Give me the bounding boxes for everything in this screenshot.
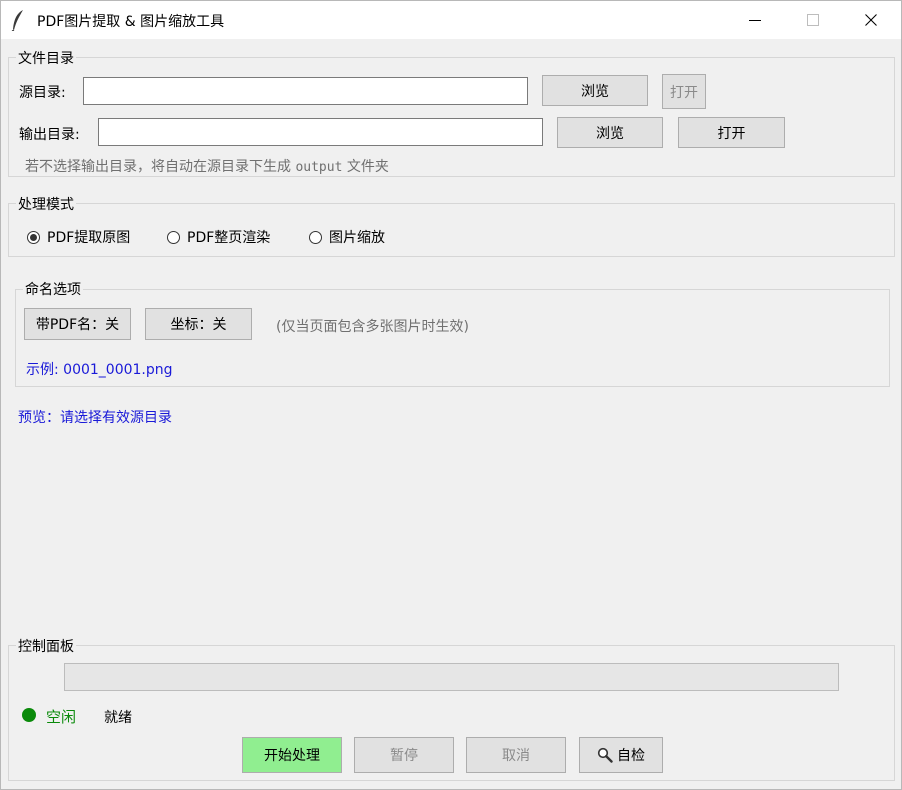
mode-radio-resize-label: 图片缩放 <box>329 230 385 246</box>
source-open-button[interactable]: 打开 <box>662 74 706 109</box>
window-title: PDF图片提取 & 图片缩放工具 <box>37 14 225 30</box>
output-hint-code: output <box>295 160 343 175</box>
status-text: 空闲 <box>46 708 77 726</box>
status-indicator-icon <box>22 708 36 722</box>
output-hint-prefix: 若不选择输出目录，将自动在源目录下生成 <box>25 159 291 175</box>
close-button[interactable] <box>842 1 900 39</box>
source-dir-label: 源目录: <box>19 85 66 101</box>
start-button[interactable]: 开始处理 <box>242 737 342 773</box>
output-hint-suffix: 文件夹 <box>346 159 389 175</box>
mode-radio-extract-label: PDF提取原图 <box>47 230 131 246</box>
app-window: PDF图片提取 & 图片缩放工具 文件目录 源目录: 浏览 打开 输出目录: 浏… <box>0 0 902 790</box>
mode-radio-extract[interactable]: PDF提取原图 <box>27 227 130 247</box>
pause-button[interactable]: 暂停 <box>354 737 454 773</box>
minimize-button[interactable] <box>726 1 784 39</box>
output-browse-button[interactable]: 浏览 <box>557 117 663 148</box>
source-browse-button[interactable]: 浏览 <box>542 75 648 106</box>
close-icon <box>865 14 877 26</box>
output-dir-input[interactable] <box>98 118 543 146</box>
output-open-button[interactable]: 打开 <box>678 117 785 148</box>
source-dir-input[interactable] <box>83 77 528 105</box>
magnifier-icon <box>597 747 613 763</box>
mode-radio-render[interactable]: PDF整页渲染 <box>167 227 270 247</box>
progress-bar <box>64 663 839 691</box>
maximize-icon <box>807 14 819 26</box>
radio-unselected-icon <box>167 230 180 244</box>
processing-mode-title: 处理模式 <box>16 194 76 214</box>
processing-mode-group <box>8 203 895 257</box>
status-detail: 就绪 <box>104 710 132 726</box>
feather-icon <box>11 10 23 31</box>
radio-selected-icon <box>27 230 40 244</box>
mode-radio-resize[interactable]: 图片缩放 <box>309 227 385 247</box>
maximize-button[interactable] <box>784 1 842 39</box>
minimize-icon <box>749 20 761 21</box>
coords-toggle[interactable]: 坐标：关 <box>145 308 252 340</box>
mode-radio-render-label: PDF整页渲染 <box>187 230 271 246</box>
preview-text: 预览：请选择有效源目录 <box>18 410 172 426</box>
output-hint: 若不选择输出目录，将自动在源目录下生成 output 文件夹 <box>25 156 389 176</box>
output-dir-label: 输出目录: <box>19 127 80 143</box>
file-directory-title: 文件目录 <box>16 48 76 68</box>
title-bar[interactable]: PDF图片提取 & 图片缩放工具 <box>1 1 901 39</box>
radio-unselected-icon <box>309 230 322 244</box>
with-pdf-name-toggle[interactable]: 带PDF名：关 <box>24 308 131 340</box>
control-panel-title: 控制面板 <box>16 636 76 656</box>
naming-example: 示例: 0001_0001.png <box>26 362 173 378</box>
naming-options-title: 命名选项 <box>23 279 83 299</box>
self-check-button[interactable]: 自检 <box>579 737 663 773</box>
self-check-label: 自检 <box>617 748 645 764</box>
cancel-button[interactable]: 取消 <box>466 737 566 773</box>
naming-note: (仅当页面包含多张图片时生效) <box>276 319 469 335</box>
